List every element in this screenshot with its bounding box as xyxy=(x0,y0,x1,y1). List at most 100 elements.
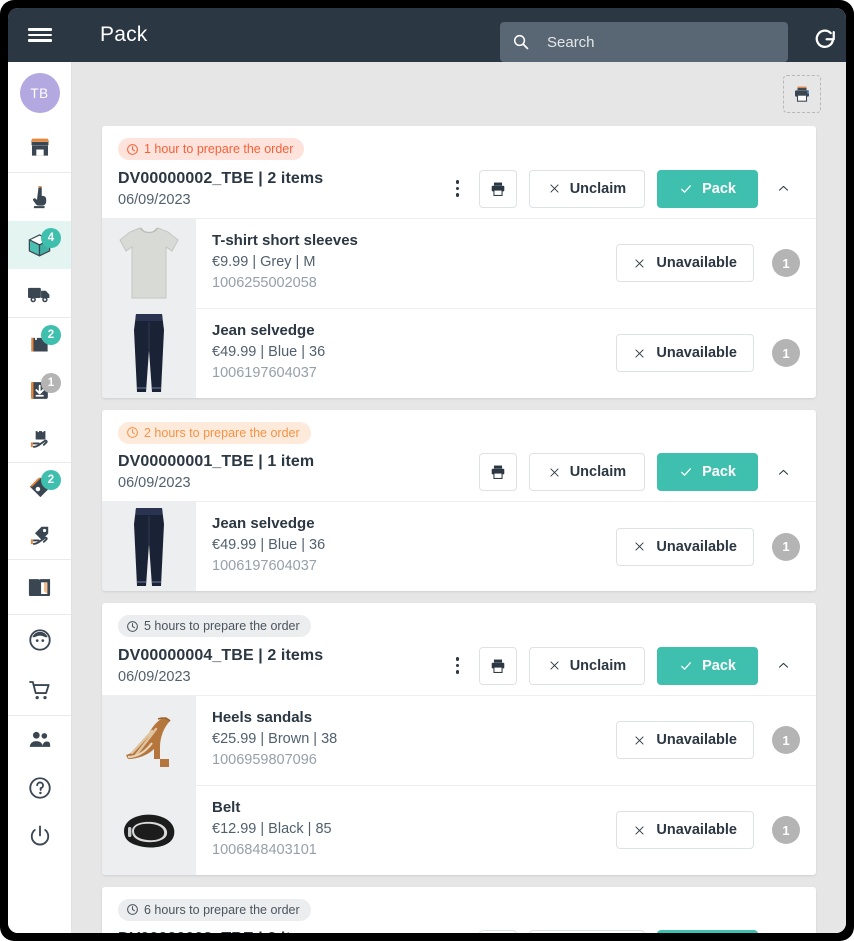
unavailable-button[interactable]: Unavailable xyxy=(616,244,754,282)
sidebar-item-store[interactable] xyxy=(8,124,71,172)
sidebar-item-catalog[interactable] xyxy=(8,560,71,614)
product-quantity: 1 xyxy=(772,249,800,277)
sidebar-item-cart[interactable] xyxy=(8,665,71,715)
search-input[interactable] xyxy=(547,34,776,51)
collapse-order-button[interactable] xyxy=(766,453,800,491)
unavailable-button[interactable]: Unavailable xyxy=(616,721,754,759)
orders-scroll-area[interactable]: 1 hour to prepare the order DV00000002_T… xyxy=(72,126,846,933)
print-order-button[interactable] xyxy=(479,647,517,685)
refresh-icon[interactable] xyxy=(810,24,840,54)
question-circle-icon xyxy=(27,775,53,801)
sidebar-group-account: TB xyxy=(8,62,71,173)
pack-button[interactable]: Pack xyxy=(657,647,758,685)
sidebar-item-help[interactable] xyxy=(8,764,71,812)
more-vertical-icon[interactable] xyxy=(445,932,471,933)
product-thumbnail xyxy=(102,786,196,875)
collapse-order-button[interactable] xyxy=(766,930,800,933)
sidebar-group-tags: 2 xyxy=(8,463,71,560)
store-icon xyxy=(27,135,53,161)
product-code: 1006197604037 xyxy=(212,365,606,381)
content-toolbar xyxy=(72,62,846,126)
sidebar-item-receive[interactable]: 1 xyxy=(8,366,71,414)
sidebar-item-pickup-bag[interactable]: 2 xyxy=(8,318,71,366)
unclaim-button[interactable]: Unclaim xyxy=(529,453,645,491)
product-image-jeans xyxy=(114,310,184,396)
unclaim-button[interactable]: Unclaim xyxy=(529,170,645,208)
close-icon xyxy=(633,257,646,270)
print-order-button[interactable] xyxy=(479,930,517,933)
clock-icon xyxy=(126,903,139,916)
sidebar-item-customer[interactable] xyxy=(8,615,71,665)
order-card: 5 hours to prepare the order DV00000004_… xyxy=(102,603,816,875)
product-name: T-shirt short sleeves xyxy=(212,232,606,249)
sidebar-item-pack[interactable]: 4 xyxy=(8,221,71,269)
collapse-order-button[interactable] xyxy=(766,170,800,208)
close-icon xyxy=(633,540,646,553)
collapse-order-button[interactable] xyxy=(766,647,800,685)
product-actions: Unavailable 1 xyxy=(616,696,816,785)
product-name: Belt xyxy=(212,799,606,816)
product-quantity: 1 xyxy=(772,533,800,561)
unavailable-label: Unavailable xyxy=(656,255,737,271)
print-order-button[interactable] xyxy=(479,170,517,208)
search-box[interactable] xyxy=(500,22,788,62)
unavailable-button[interactable]: Unavailable xyxy=(616,528,754,566)
printer-icon xyxy=(489,463,507,481)
order-meta: DV00000004_TBE | 2 items 06/09/2023 xyxy=(118,647,445,685)
avatar[interactable]: TB xyxy=(8,62,71,124)
more-vertical-icon[interactable] xyxy=(445,172,471,206)
sidebar-item-handover-bag[interactable] xyxy=(8,414,71,462)
sidebar-item-tags[interactable]: 2 xyxy=(8,463,71,511)
unavailable-label: Unavailable xyxy=(656,539,737,555)
order-actions: Unclaim Pack xyxy=(471,453,800,491)
print-all-button[interactable] xyxy=(783,75,821,113)
order-deadline-label: 2 hours to prepare the order xyxy=(144,426,300,440)
unavailable-button[interactable]: Unavailable xyxy=(616,334,754,372)
sidebar-item-click-collect[interactable] xyxy=(8,173,71,221)
product-actions: Unavailable 1 xyxy=(616,786,816,875)
printer-icon xyxy=(489,657,507,675)
sidebar-item-logout[interactable] xyxy=(8,812,71,860)
sidebar-group-catalog xyxy=(8,560,71,615)
book-icon xyxy=(26,574,53,601)
order-actions: Unclaim Pack xyxy=(445,647,800,685)
close-icon xyxy=(548,182,561,195)
unavailable-button[interactable]: Unavailable xyxy=(616,811,754,849)
chevron-up-icon xyxy=(776,465,791,480)
more-vertical-icon[interactable] xyxy=(445,649,471,683)
unclaim-button[interactable]: Unclaim xyxy=(529,930,645,933)
clock-icon xyxy=(126,426,139,439)
close-icon xyxy=(548,466,561,479)
order-deadline-badge: 2 hours to prepare the order xyxy=(118,422,311,444)
product-attributes: €9.99 | Grey | M xyxy=(212,254,606,270)
product-info: T-shirt short sleeves €9.99 | Grey | M 1… xyxy=(196,219,616,308)
clock-icon xyxy=(126,620,139,633)
order-deadline-label: 1 hour to prepare the order xyxy=(144,142,293,156)
pack-button[interactable]: Pack xyxy=(657,453,758,491)
product-attributes: €25.99 | Brown | 38 xyxy=(212,731,606,747)
order-deadline-badge: 6 hours to prepare the order xyxy=(118,899,311,921)
sidebar-item-users[interactable] xyxy=(8,716,71,764)
unclaim-label: Unclaim xyxy=(570,658,626,674)
order-card: 1 hour to prepare the order DV00000002_T… xyxy=(102,126,816,398)
product-thumbnail xyxy=(102,309,196,398)
bag-handover-icon xyxy=(27,425,53,451)
product-image-tshirt xyxy=(114,220,184,306)
pack-label: Pack xyxy=(702,464,736,480)
product-quantity: 1 xyxy=(772,816,800,844)
product-thumbnail xyxy=(102,502,196,591)
printer-icon xyxy=(792,84,812,104)
sidebar-item-tag-handover[interactable] xyxy=(8,511,71,559)
close-icon xyxy=(633,734,646,747)
sidebar-item-ship[interactable] xyxy=(8,269,71,317)
close-icon xyxy=(548,659,561,672)
pack-button[interactable]: Pack xyxy=(657,930,758,933)
order-deadline-badge: 1 hour to prepare the order xyxy=(118,138,304,160)
product-quantity: 1 xyxy=(772,339,800,367)
print-order-button[interactable] xyxy=(479,453,517,491)
product-code: 1006255002058 xyxy=(212,275,606,291)
pack-button[interactable]: Pack xyxy=(657,170,758,208)
order-id: DV00000002_TBE | 2 items xyxy=(118,170,445,188)
hamburger-icon[interactable] xyxy=(8,8,72,62)
unclaim-button[interactable]: Unclaim xyxy=(529,647,645,685)
